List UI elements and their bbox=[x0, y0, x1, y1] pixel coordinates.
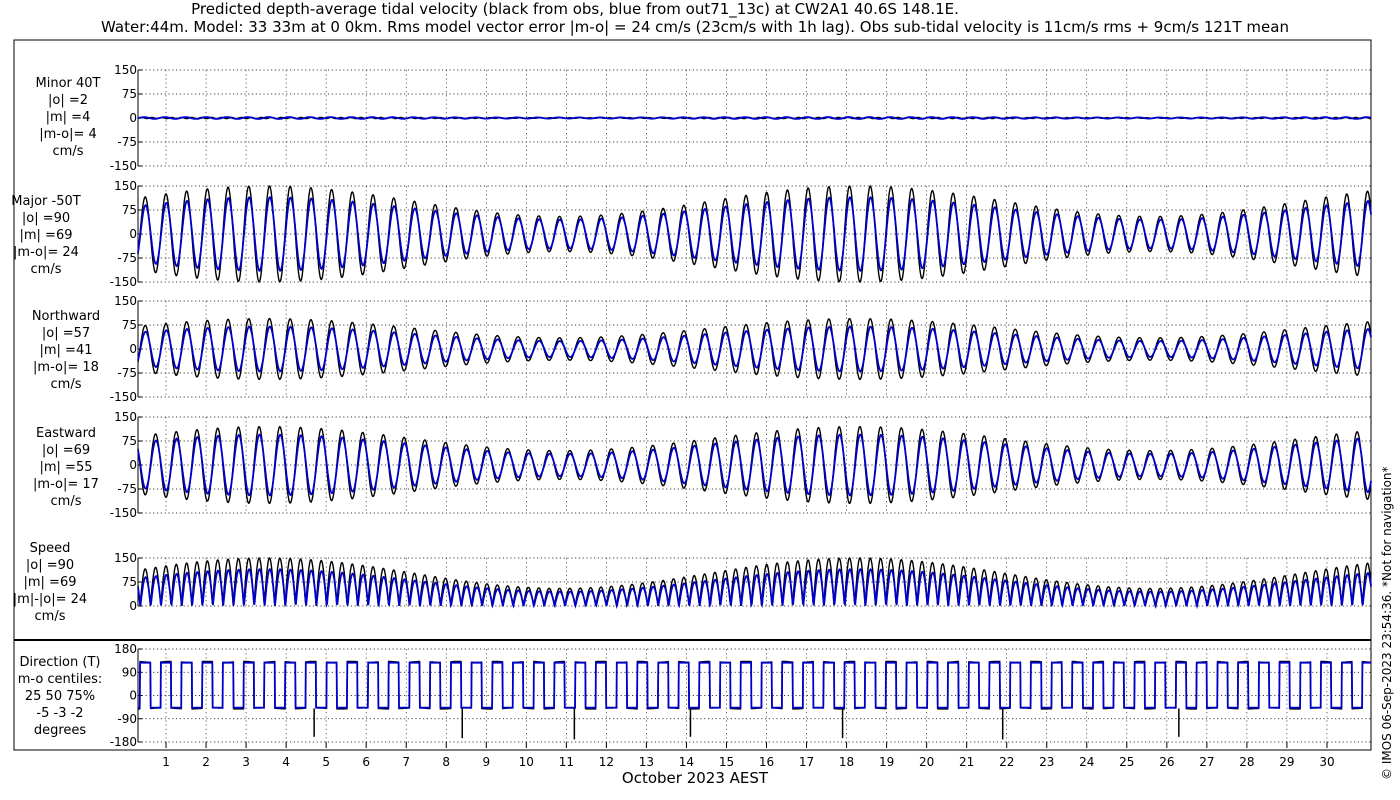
x-tick-9: 9 bbox=[482, 755, 490, 769]
y-tick-minor-2: 0 bbox=[129, 111, 137, 125]
y-tick-direction-4: -180 bbox=[110, 735, 137, 749]
x-tick-27: 27 bbox=[1199, 755, 1214, 769]
x-tick-15: 15 bbox=[719, 755, 734, 769]
y-tick-major-1: 75 bbox=[122, 203, 137, 217]
x-tick-5: 5 bbox=[322, 755, 330, 769]
x-tick-7: 7 bbox=[402, 755, 410, 769]
y-tick-major-4: -150 bbox=[110, 275, 137, 289]
x-tick-18: 18 bbox=[839, 755, 854, 769]
y-tick-major-2: 0 bbox=[129, 227, 137, 241]
y-tick-minor-4: -150 bbox=[110, 159, 137, 173]
y-tick-direction-1: 90 bbox=[122, 665, 137, 679]
x-tick-28: 28 bbox=[1239, 755, 1254, 769]
x-tick-25: 25 bbox=[1119, 755, 1134, 769]
x-tick-4: 4 bbox=[282, 755, 290, 769]
x-tick-29: 29 bbox=[1279, 755, 1294, 769]
x-tick-16: 16 bbox=[759, 755, 774, 769]
model-line-direction bbox=[138, 661, 1371, 709]
x-tick-10: 10 bbox=[519, 755, 534, 769]
y-tick-east-1: 75 bbox=[122, 434, 137, 448]
x-tick-1: 1 bbox=[162, 755, 170, 769]
x-tick-2: 2 bbox=[202, 755, 210, 769]
x-tick-23: 23 bbox=[1039, 755, 1054, 769]
y-tick-east-0: 150 bbox=[114, 410, 137, 424]
x-tick-3: 3 bbox=[242, 755, 250, 769]
x-tick-12: 12 bbox=[599, 755, 614, 769]
y-tick-north-1: 75 bbox=[122, 318, 137, 332]
y-tick-speed-2: 0 bbox=[129, 599, 137, 613]
y-tick-direction-0: 180 bbox=[114, 642, 137, 656]
y-tick-direction-3: -90 bbox=[117, 712, 137, 726]
y-tick-minor-0: 150 bbox=[114, 63, 137, 77]
x-tick-24: 24 bbox=[1079, 755, 1094, 769]
y-tick-major-3: -75 bbox=[117, 251, 137, 265]
y-tick-east-4: -150 bbox=[110, 506, 137, 520]
x-tick-26: 26 bbox=[1159, 755, 1174, 769]
x-tick-19: 19 bbox=[879, 755, 894, 769]
x-axis-label: October 2023 AEST bbox=[621, 769, 769, 787]
y-tick-east-2: 0 bbox=[129, 458, 137, 472]
tidal-velocity-figure: 150750-75-150150750-75-150150750-75-1501… bbox=[13, 39, 1372, 769]
y-tick-north-0: 150 bbox=[114, 294, 137, 308]
x-tick-8: 8 bbox=[442, 755, 450, 769]
y-tick-speed-1: 75 bbox=[122, 575, 137, 589]
y-tick-north-2: 0 bbox=[129, 342, 137, 356]
y-tick-minor-3: -75 bbox=[117, 135, 137, 149]
y-tick-major-0: 150 bbox=[114, 179, 137, 193]
x-tick-21: 21 bbox=[959, 755, 974, 769]
y-tick-speed-0: 150 bbox=[114, 551, 137, 565]
y-tick-north-3: -75 bbox=[117, 366, 137, 380]
x-tick-17: 17 bbox=[799, 755, 814, 769]
x-tick-22: 22 bbox=[999, 755, 1014, 769]
copyright-credit: © IMOS 06-Sep-2023 23:54:36. *Not for na… bbox=[1380, 466, 1394, 780]
y-tick-minor-1: 75 bbox=[122, 87, 137, 101]
figure-frame bbox=[13, 39, 1372, 751]
y-tick-north-4: -150 bbox=[110, 390, 137, 404]
x-tick-30: 30 bbox=[1319, 755, 1334, 769]
x-tick-20: 20 bbox=[919, 755, 934, 769]
x-tick-13: 13 bbox=[639, 755, 654, 769]
x-tick-11: 11 bbox=[559, 755, 574, 769]
y-tick-direction-2: 0 bbox=[129, 689, 137, 703]
x-tick-14: 14 bbox=[679, 755, 694, 769]
y-tick-east-3: -75 bbox=[117, 482, 137, 496]
x-tick-6: 6 bbox=[362, 755, 370, 769]
